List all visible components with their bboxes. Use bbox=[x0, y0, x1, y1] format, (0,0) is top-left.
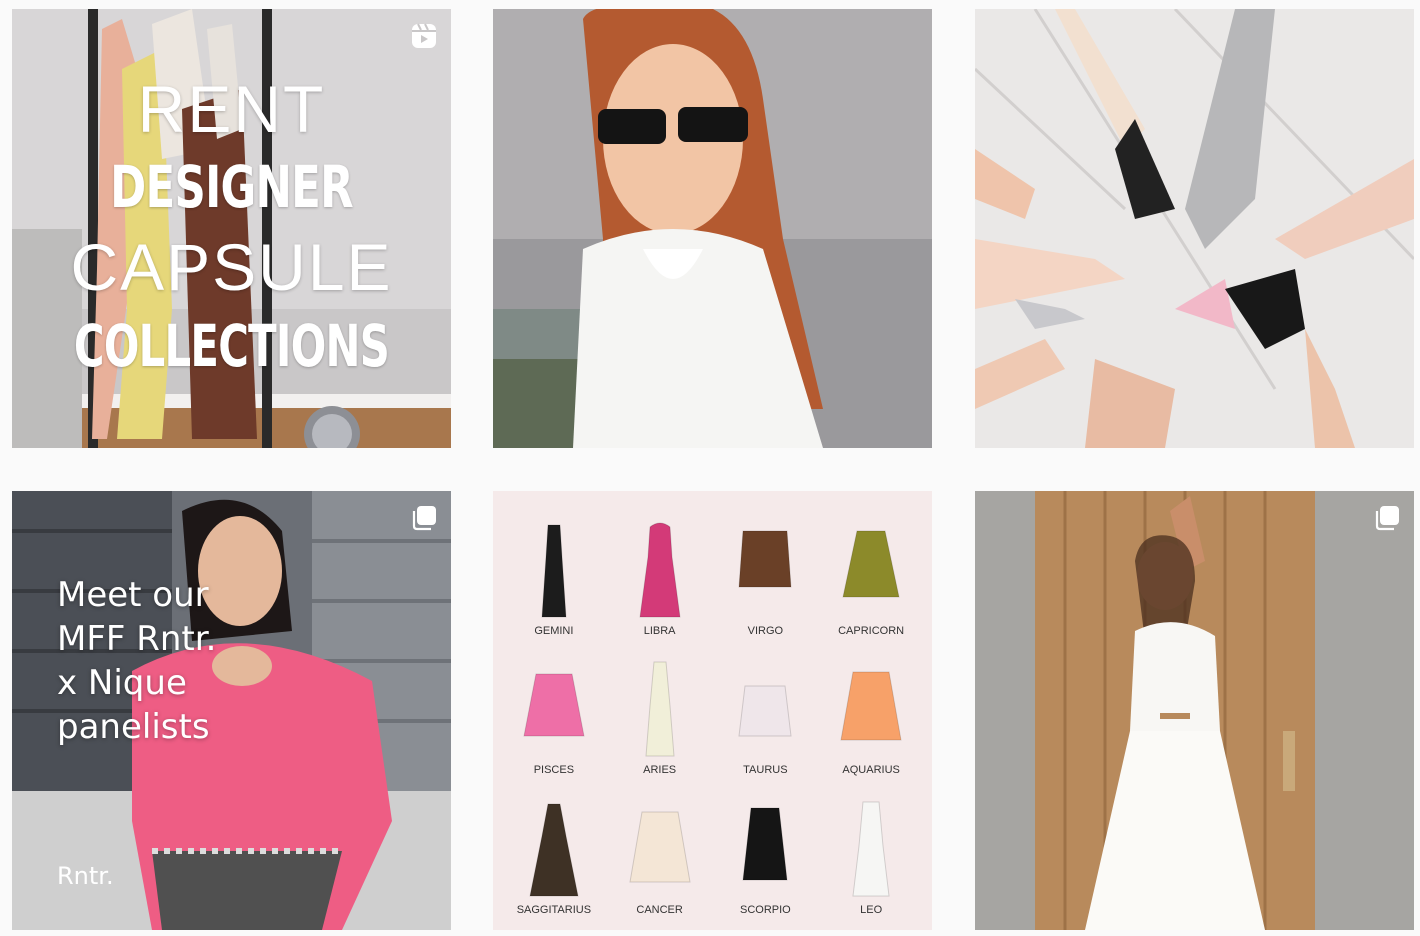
overlay-line-1: Meet our bbox=[57, 575, 209, 615]
zodiac-item-leo: LEO bbox=[818, 776, 924, 916]
woman-sunglasses-photo bbox=[493, 9, 932, 448]
overlay-line-2: MFF Rntr. bbox=[57, 619, 217, 659]
overlay-line-designer: DESIGNER bbox=[110, 153, 353, 221]
zodiac-label: ARIES bbox=[643, 764, 677, 777]
overlay-line-collections: COLLECTIONS bbox=[73, 312, 390, 380]
zodiac-label: TAURUS bbox=[743, 764, 788, 777]
zodiac-label: LIBRA bbox=[643, 624, 676, 637]
overlay-line-capsule: CAPSULE bbox=[70, 230, 393, 304]
dress-image bbox=[541, 524, 567, 618]
overlay-line-rent: RENT bbox=[137, 72, 326, 146]
carousel-icon bbox=[1375, 506, 1399, 531]
zodiac-label: PISCES bbox=[533, 764, 575, 777]
post-tile-mff-panelists[interactable]: Meet our MFF Rntr. x Nique panelists Rnt… bbox=[12, 491, 451, 930]
zodiac-label: SCORPIO bbox=[740, 904, 791, 916]
zodiac-item-aries: ARIES bbox=[607, 637, 713, 777]
zodiac-item-saggitarius: SAGGITARIUS bbox=[501, 776, 607, 916]
zodiac-label: AQUARIUS bbox=[842, 764, 900, 777]
zodiac-item-capricorn: CAPRICORN bbox=[818, 497, 924, 637]
zodiac-item-aquarius: AQUARIUS bbox=[818, 637, 924, 777]
dress-image bbox=[529, 803, 579, 897]
zodiac-item-scorpio: SCORPIO bbox=[713, 776, 819, 916]
overlay-line-3: x Nique bbox=[57, 663, 187, 703]
post-overlay-text: Meet our MFF Rntr. x Nique panelists bbox=[57, 573, 216, 749]
heels-circle-photo bbox=[975, 9, 1414, 448]
zodiac-label: VIRGO bbox=[747, 624, 784, 637]
post-tile-shoes-circle[interactable] bbox=[975, 9, 1414, 448]
zodiac-item-pisces: PISCES bbox=[501, 637, 607, 777]
dress-image bbox=[842, 530, 900, 598]
dress-image bbox=[738, 685, 792, 737]
dress-image bbox=[852, 801, 890, 897]
dress-image bbox=[738, 530, 792, 588]
post-tile-rent-designer[interactable]: RENT DESIGNER CAPSULE COLLECTIONS bbox=[12, 9, 451, 448]
woman-white-dress-photo bbox=[975, 491, 1414, 930]
post-tile-sunglasses[interactable] bbox=[493, 9, 932, 448]
dress-image bbox=[840, 671, 902, 741]
zodiac-item-virgo: VIRGO bbox=[713, 497, 819, 637]
rntr-logo-text: Rntr. bbox=[57, 862, 114, 890]
dress-image bbox=[742, 807, 788, 881]
carousel-icon bbox=[412, 506, 436, 531]
reel-icon bbox=[412, 23, 436, 48]
zodiac-dress-grid: GEMINI LIBRA VIRGO CAPRICORN PISCES ARIES TAUR… bbox=[493, 491, 932, 930]
post-overlay-text: RENT DESIGNER CAPSULE COLLECTIONS bbox=[12, 71, 451, 385]
zodiac-label: LEO bbox=[860, 904, 883, 916]
dress-image bbox=[639, 522, 681, 618]
zodiac-label: SAGGITARIUS bbox=[516, 904, 592, 916]
dress-image bbox=[629, 811, 691, 883]
post-tile-white-dress[interactable] bbox=[975, 491, 1414, 930]
zodiac-item-libra: LIBRA bbox=[607, 497, 713, 637]
zodiac-label: CANCER bbox=[636, 904, 683, 916]
overlay-line-4: panelists bbox=[57, 707, 210, 747]
zodiac-item-taurus: TAURUS bbox=[713, 637, 819, 777]
zodiac-label: CAPRICORN bbox=[838, 624, 905, 637]
post-tile-zodiac-dresses[interactable]: GEMINI LIBRA VIRGO CAPRICORN PISCES ARIES TAUR… bbox=[493, 491, 932, 930]
dress-image bbox=[523, 673, 585, 737]
zodiac-label: GEMINI bbox=[534, 624, 574, 637]
zodiac-item-gemini: GEMINI bbox=[501, 497, 607, 637]
zodiac-item-cancer: CANCER bbox=[607, 776, 713, 916]
dress-image bbox=[645, 661, 675, 757]
